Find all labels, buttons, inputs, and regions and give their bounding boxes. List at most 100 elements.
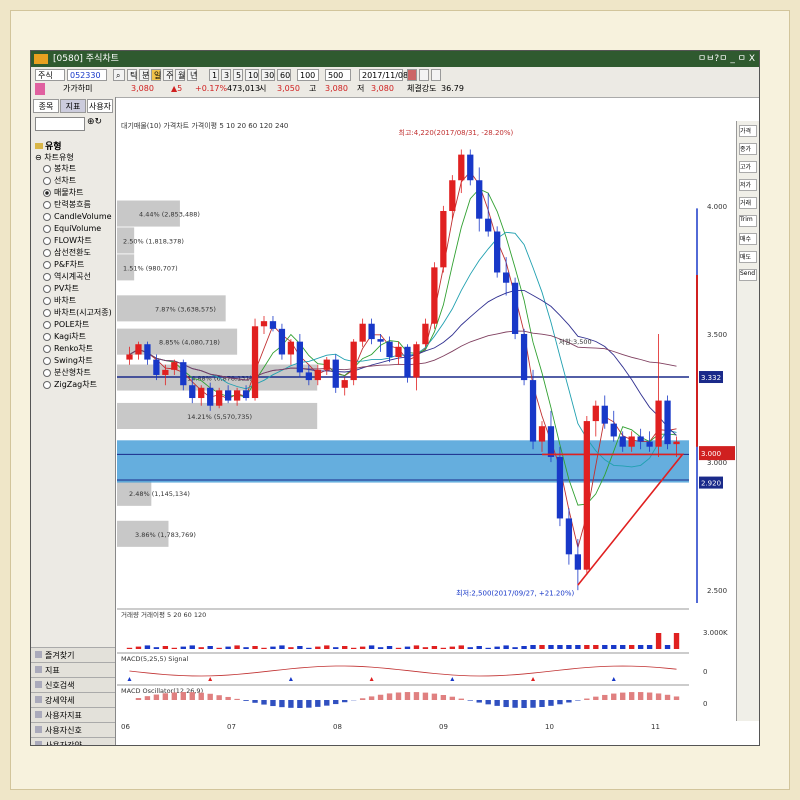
right-panel-button[interactable]: Send: [739, 269, 757, 281]
left-panel-section[interactable]: 즐겨찾기: [31, 647, 115, 662]
price-chart-svg[interactable]: 대기매물(10) 가격차트 가격이평 5 10 20 60 120 240 4.4…: [117, 121, 737, 746]
period-year[interactable]: 년: [187, 69, 197, 81]
candle-body: [413, 344, 420, 378]
chart-type-item[interactable]: 매물차트: [35, 187, 113, 199]
minute-1[interactable]: 1: [209, 69, 219, 81]
right-panel-button[interactable]: 가격: [739, 125, 757, 137]
count-input[interactable]: 100: [297, 69, 319, 81]
chart-type-item[interactable]: 역시계곡선: [35, 271, 113, 283]
left-panel-section[interactable]: 사용자강약: [31, 737, 115, 745]
flag-icon: [35, 83, 45, 95]
period-minute[interactable]: 분: [139, 69, 149, 81]
minute-5[interactable]: 5: [233, 69, 243, 81]
right-panel-button[interactable]: 고가: [739, 161, 757, 173]
low-value: 3,080: [371, 84, 394, 93]
chart-type-item[interactable]: 분산형차트: [35, 367, 113, 379]
radio-icon[interactable]: [43, 272, 51, 281]
radio-icon[interactable]: [43, 284, 51, 293]
chart-background: [117, 121, 737, 745]
right-panel-button[interactable]: 저가: [739, 179, 757, 191]
market-select[interactable]: 주식: [35, 69, 65, 81]
right-panel-button[interactable]: 매도: [739, 251, 757, 263]
left-panel-section[interactable]: 지표: [31, 662, 115, 677]
chart-type-item[interactable]: P&F차트: [35, 259, 113, 271]
chart-type-item[interactable]: CandleVolume: [35, 211, 113, 223]
chart-type-item[interactable]: Kagi차트: [35, 331, 113, 343]
chart-type-item[interactable]: 탄력봉흐름: [35, 199, 113, 211]
oscillator-bar: [458, 698, 464, 700]
candle-body: [278, 328, 286, 355]
tool-icon[interactable]: [407, 69, 417, 81]
zoom-icon[interactable]: [419, 69, 429, 81]
candle-body: [494, 231, 501, 273]
chart-type-item[interactable]: 선차트: [35, 175, 113, 187]
right-panel-button[interactable]: 거래: [739, 197, 757, 209]
radio-icon[interactable]: [43, 164, 51, 173]
period-month[interactable]: 월: [175, 69, 185, 81]
right-panel-button[interactable]: Trim: [739, 215, 757, 227]
radio-icon[interactable]: [43, 200, 51, 209]
period-day[interactable]: 일: [151, 69, 161, 81]
minute-3[interactable]: 3: [221, 69, 231, 81]
chart-type-item[interactable]: PV차트: [35, 283, 113, 295]
chart-type-item[interactable]: EquiVolume: [35, 223, 113, 235]
radio-icon[interactable]: [43, 212, 51, 221]
x-axis-label: 06: [121, 723, 130, 731]
radio-icon[interactable]: [43, 236, 51, 245]
minute-60[interactable]: 60: [277, 69, 291, 81]
x-axis-label: 11: [651, 723, 660, 731]
indicator-search-input[interactable]: [35, 117, 85, 131]
chart-type-label: EquiVolume: [54, 224, 102, 233]
date-input[interactable]: 2017/11/08: [359, 69, 408, 81]
radio-icon[interactable]: [43, 308, 51, 317]
total-input[interactable]: 500: [325, 69, 351, 81]
search-icon[interactable]: ⌕: [113, 69, 125, 81]
right-panel-button[interactable]: 종가: [739, 143, 757, 155]
radio-icon[interactable]: [43, 320, 51, 329]
radio-icon[interactable]: [43, 224, 51, 233]
tab-user[interactable]: 사용자: [87, 99, 113, 113]
candle-body: [673, 441, 680, 445]
minute-10[interactable]: 10: [245, 69, 259, 81]
oscillator-bar: [324, 700, 330, 706]
radio-icon[interactable]: [43, 296, 51, 305]
radio-icon[interactable]: [43, 344, 51, 353]
chart-type-item[interactable]: FLOW차트: [35, 235, 113, 247]
radio-icon[interactable]: [43, 260, 51, 269]
left-panel-section[interactable]: 사용자지표: [31, 707, 115, 722]
radio-icon[interactable]: [43, 332, 51, 341]
chart-type-item[interactable]: 바차트(시고저종): [35, 307, 113, 319]
candle-body: [305, 372, 312, 381]
radio-icon[interactable]: [43, 188, 51, 197]
left-panel-section[interactable]: 사용자신호: [31, 722, 115, 737]
period-tick[interactable]: 틱: [127, 69, 137, 81]
chart-area[interactable]: 대기매물(10) 가격차트 가격이평 5 10 20 60 120 240 4.4…: [117, 121, 737, 746]
search-icon[interactable]: ⊕↻: [87, 117, 102, 127]
section-icon: [35, 681, 42, 688]
left-panel-section[interactable]: 강세약세: [31, 692, 115, 707]
radio-icon[interactable]: [43, 356, 51, 365]
tab-indicator[interactable]: 지표: [60, 99, 86, 113]
chart-type-item[interactable]: Swing차트: [35, 355, 113, 367]
tab-stock[interactable]: 종목: [33, 99, 59, 113]
chart-type-item[interactable]: 봉차트: [35, 163, 113, 175]
minute-30[interactable]: 30: [261, 69, 275, 81]
chart-type-item[interactable]: Renko차트: [35, 343, 113, 355]
radio-icon[interactable]: [43, 176, 51, 185]
radio-icon[interactable]: [43, 380, 51, 389]
chart-type-item[interactable]: ZigZag차트: [35, 379, 113, 391]
radio-icon[interactable]: [43, 368, 51, 377]
code-input[interactable]: 052330: [67, 69, 107, 81]
volume-profile-label: 2.50% (1,818,378): [123, 237, 184, 245]
volume-bar: [548, 645, 554, 649]
period-week[interactable]: 주: [163, 69, 173, 81]
chart-type-item[interactable]: 바차트: [35, 295, 113, 307]
left-panel-section[interactable]: 신호검색: [31, 677, 115, 692]
window-controls[interactable]: ㅁㅂ?ㅁ _ ㅁ X: [698, 51, 755, 67]
chart-type-item[interactable]: 삼선전환도: [35, 247, 113, 259]
radio-icon[interactable]: [43, 248, 51, 257]
settings-icon[interactable]: [431, 69, 441, 81]
right-panel-button[interactable]: 매수: [739, 233, 757, 245]
candle-body: [323, 359, 330, 370]
chart-type-item[interactable]: POLE차트: [35, 319, 113, 331]
